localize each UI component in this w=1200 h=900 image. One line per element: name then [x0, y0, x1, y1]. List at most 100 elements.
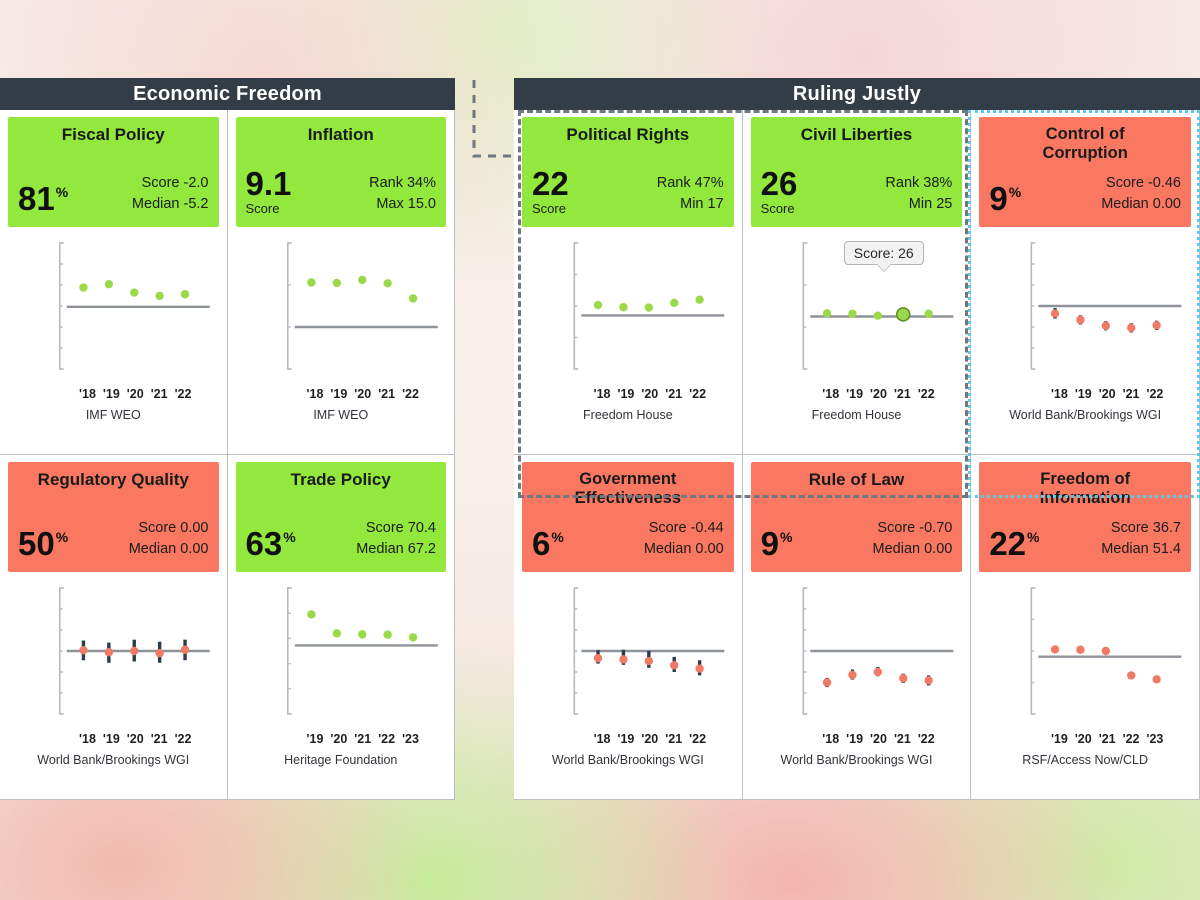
indicator-card-fiscal-policy[interactable]: Fiscal Policy 81% Score -2.0 Median -5.2 '18… [0, 110, 228, 455]
x-tick-label: '19 [306, 732, 324, 746]
x-tick-label: '21 [354, 732, 372, 746]
x-tick-label: '18 [593, 387, 611, 401]
headline-value-group: 50% [18, 527, 68, 560]
card-metrics: 9% Score -0.70 Median 0.00 [761, 492, 953, 562]
stat-primary: Score 36.7 [1110, 519, 1181, 536]
card-header-control-of-corruption: Control of Corruption 9% Score -0.46 Median … [979, 117, 1191, 227]
headline-value-group: 22% [989, 527, 1039, 560]
indicator-card-control-of-corruption[interactable]: Control of Corruption 9% Score -0.46 Median … [971, 110, 1200, 455]
headline-caption: Score [245, 201, 280, 216]
chart-source-label: RSF/Access Now/CLD [1022, 753, 1149, 767]
trend-chart-trade-policy[interactable] [236, 580, 447, 730]
chart-x-axis-labels: '19 '20 '21 '22 '23 [979, 732, 1191, 746]
indicator-card-freedom-of-information[interactable]: Freedom of Information 22% Score 36.7 Median… [971, 455, 1200, 800]
x-tick-label: '23 [402, 732, 419, 746]
card-header-fiscal-policy: Fiscal Policy 81% Score -2.0 Median -5.2 [8, 117, 219, 227]
stat-column: Score -0.46 Median 0.00 [1101, 173, 1181, 215]
stat-secondary: Max 15.0 [376, 195, 436, 212]
indicator-card-trade-policy[interactable]: Trade Policy 63% Score 70.4 Median 67.2 '19 '… [227, 455, 455, 800]
indicator-card-rule-of-law[interactable]: Rule of Law 9% Score -0.70 Median 0.00 '18'1… [742, 455, 972, 800]
indicator-card-government-effectiveness[interactable]: Government Effectiveness 6% Score -0.44 Medi… [514, 455, 743, 800]
stat-secondary: Median -5.2 [131, 195, 209, 212]
trend-chart-civil-liberties[interactable]: Score: 26 [751, 235, 963, 385]
card-grid-economic-freedom: Fiscal Policy 81% Score -2.0 Median -5.2 '18… [0, 110, 455, 800]
trend-chart-government-effectiveness[interactable] [522, 580, 734, 730]
headline-percent-sign: % [1027, 529, 1040, 545]
card-metrics: 81% Score -2.0 Median -5.2 [18, 147, 209, 217]
stat-primary: Rank 34% [369, 174, 436, 191]
card-title-line: Effectiveness [574, 488, 682, 507]
card-title-line: Corruption [1042, 143, 1128, 162]
chart-source-label: Heritage Foundation [284, 753, 398, 767]
chart-tooltip: Score: 26 [843, 241, 924, 272]
headline-value: 9% [761, 527, 793, 560]
trend-chart-freedom-of-information[interactable] [979, 580, 1191, 730]
stat-column: Score 70.4 Median 67.2 [356, 518, 436, 560]
headline-percent-sign: % [55, 529, 69, 545]
chart-x-axis-labels: '18 '19 '20 '21 '22 [751, 732, 963, 746]
panel-economic-freedom: Economic Freedom Fiscal Policy 81% Score -… [0, 78, 455, 800]
card-title-line: Rule of Law [808, 470, 905, 489]
headline-percent-sign: % [551, 529, 564, 545]
card-title: Freedom of Information [989, 470, 1181, 508]
card-title-line: Regulatory Quality [37, 470, 189, 489]
stat-secondary: Median 0.00 [1101, 195, 1181, 212]
chart-source-label: Freedom House [583, 408, 673, 422]
card-title: Regulatory Quality [18, 470, 209, 490]
chart-x-axis-labels: '18 '19 '20 '21 '22 [522, 387, 734, 401]
headline-value-group: 9.1 Score [246, 167, 292, 215]
x-tick-label: '18 [306, 387, 324, 401]
card-title: Rule of Law [761, 470, 953, 490]
indicator-card-political-rights[interactable]: Political Rights 22 Score Rank 47% Min 17 '18… [514, 110, 743, 455]
card-header-government-effectiveness: Government Effectiveness 6% Score -0.44 Medi… [522, 462, 734, 572]
chart-source-label: World Bank/Brookings WGI [37, 753, 190, 767]
trend-chart-fiscal-policy[interactable] [8, 235, 219, 385]
chart-x-axis-labels: '18 '19 '20 '21 '22 [751, 387, 963, 401]
chart-x-axis-labels: '18 '19 '20 '21 '22 [522, 732, 734, 746]
stat-primary: Score 70.4 [365, 519, 436, 536]
headline-value-group: 6% [532, 527, 564, 560]
headline-value: 26 [761, 167, 798, 200]
section-header-ruling-justly: Ruling Justly [514, 78, 1200, 110]
trend-chart-regulatory-quality[interactable] [8, 580, 219, 730]
x-tick-label: '18 [79, 387, 96, 401]
x-tick-label: '20 [641, 387, 659, 401]
headline-value-group: 9% [761, 527, 793, 560]
indicator-card-regulatory-quality[interactable]: Regulatory Quality 50% Score 0.00 Median 0.… [0, 455, 228, 800]
headline-number: 9.1 [245, 165, 292, 202]
headline-caption: Score [760, 201, 795, 216]
card-header-freedom-of-information: Freedom of Information 22% Score 36.7 Median… [979, 462, 1191, 572]
trend-chart-political-rights[interactable] [522, 235, 734, 385]
x-tick-label: '23 [1146, 732, 1164, 746]
chart-source-label: World Bank/Brookings WGI [780, 753, 933, 767]
x-tick-label: '20 [870, 387, 887, 401]
headline-caption: Score [532, 201, 566, 216]
card-metrics: 6% Score -0.44 Median 0.00 [532, 510, 724, 562]
card-header-regulatory-quality: Regulatory Quality 50% Score 0.00 Median 0.… [8, 462, 219, 572]
x-tick-label: '19 [617, 387, 635, 401]
headline-value: 22% [989, 527, 1039, 560]
headline-percent-sign: % [283, 529, 296, 545]
x-tick-label: '21 [150, 732, 168, 746]
trend-chart-inflation[interactable] [236, 235, 447, 385]
stat-primary: Rank 47% [656, 174, 724, 191]
trend-chart-control-of-corruption[interactable] [979, 235, 1191, 385]
x-tick-label: '20 [870, 732, 887, 746]
card-title: Fiscal Policy [18, 125, 209, 145]
card-title-line: Inflation [307, 125, 374, 144]
headline-number: 6 [532, 525, 551, 562]
trend-chart-rule-of-law[interactable] [751, 580, 963, 730]
x-tick-label: '22 [174, 387, 192, 401]
headline-value: 22 [532, 167, 569, 200]
card-title: Trade Policy [246, 470, 437, 490]
stat-primary: Score -0.70 [877, 519, 953, 536]
indicator-card-inflation[interactable]: Inflation 9.1 Score Rank 34% Max 15.0'18'19 '… [227, 110, 455, 455]
stat-secondary: Median 0.00 [872, 540, 953, 557]
headline-value: 63% [246, 527, 296, 560]
indicator-card-civil-liberties[interactable]: Civil Liberties 26 Score Rank 38% Min 25 Scor… [742, 110, 972, 455]
card-title-line: Information [1039, 488, 1131, 507]
x-tick-label: '18 [79, 732, 96, 746]
x-tick-label: '22 [689, 387, 707, 401]
x-tick-label: '22 [917, 387, 935, 401]
x-tick-label: '18 [822, 387, 840, 401]
